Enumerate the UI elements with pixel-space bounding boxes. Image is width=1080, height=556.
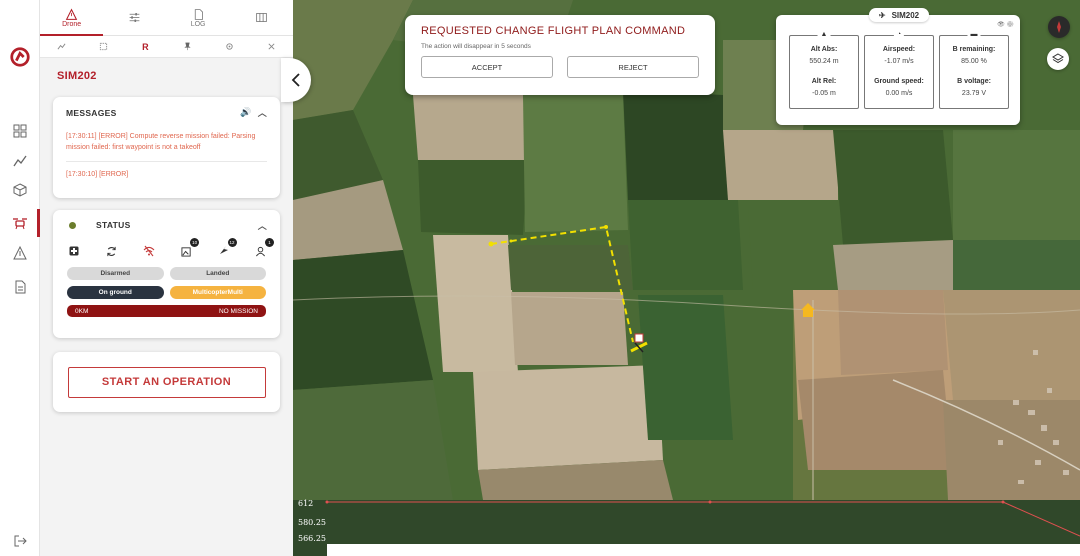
logout-icon[interactable] bbox=[11, 532, 29, 550]
armed-status-pill: Disarmed bbox=[67, 267, 164, 280]
alt-abs-label: Alt Abs: bbox=[810, 46, 838, 53]
gear-icon[interactable]: ⚙ bbox=[1006, 22, 1014, 28]
warning-triangle-icon bbox=[65, 7, 78, 20]
start-operation-button[interactable]: START AN OPERATION bbox=[67, 366, 266, 398]
status-card: STATUS ︿ 10 12 1 Disarmed Landed On grou… bbox=[53, 210, 280, 338]
chevron-left-icon bbox=[291, 73, 300, 87]
subtab-r[interactable]: R bbox=[124, 42, 166, 52]
trend-icon[interactable] bbox=[40, 42, 82, 51]
tab-map[interactable] bbox=[230, 0, 293, 35]
pin-icon[interactable] bbox=[167, 42, 209, 51]
waypoint-badge: 12 bbox=[227, 238, 237, 247]
tab-settings[interactable] bbox=[103, 0, 166, 35]
photos-icon[interactable]: 10 bbox=[179, 238, 200, 258]
eye-icon[interactable]: 👁 bbox=[997, 22, 1005, 28]
sync-icon[interactable] bbox=[104, 244, 118, 258]
waypoint-icon[interactable]: 12 bbox=[217, 238, 237, 258]
chart-icon[interactable] bbox=[11, 152, 29, 170]
telemetry-drone-name: SIM202 bbox=[891, 10, 920, 20]
user-badge: 1 bbox=[264, 238, 274, 247]
chevron-up-icon[interactable]: ︿ bbox=[258, 106, 267, 119]
telemetry-drone-tag: ✈ SIM202 bbox=[869, 8, 929, 22]
tab-drone-label: Drone bbox=[62, 20, 82, 28]
panel-tabs: Drone LOG bbox=[40, 0, 293, 36]
mission-progress-bar: 0KM NO MISSION bbox=[67, 305, 266, 317]
sliders-icon bbox=[130, 13, 140, 22]
vehicle-type-pill: MulticopterMulti bbox=[169, 286, 266, 299]
landed-status-pill: Landed bbox=[169, 267, 266, 280]
close-icon[interactable] bbox=[251, 42, 293, 51]
gauge-icon: ◔ bbox=[893, 31, 905, 38]
message-item: [17:30:10] [ERROR] bbox=[66, 171, 129, 178]
telemetry-panel: 👁 ⚙ ▲ Alt Abs: 550.24 m Alt Rel: -0.05 m… bbox=[776, 15, 1020, 125]
cube-icon[interactable] bbox=[11, 181, 29, 199]
airspeed-value: -1.07 m/s bbox=[884, 58, 914, 65]
battery-voltage-value: 23.79 V bbox=[961, 90, 987, 97]
panel-subtabs: R bbox=[40, 36, 293, 58]
ground-speed-label: Ground speed: bbox=[874, 78, 924, 85]
status-dot bbox=[69, 221, 76, 229]
photos-badge: 10 bbox=[190, 238, 200, 247]
app-logo bbox=[10, 47, 30, 67]
map-grid-icon bbox=[256, 13, 267, 22]
altitude-box: ▲ Alt Abs: 550.24 m Alt Rel: -0.05 m bbox=[789, 31, 859, 109]
dashboard-icon[interactable] bbox=[11, 122, 29, 140]
speed-box: ◔ Airspeed: -1.07 m/s Ground speed: 0.00… bbox=[864, 31, 934, 109]
user-icon[interactable]: 1 bbox=[254, 238, 274, 258]
tab-log-label: LOG bbox=[190, 20, 206, 28]
accept-button[interactable]: ACCEPT bbox=[421, 56, 553, 78]
status-title: STATUS bbox=[96, 220, 131, 230]
messages-card: MESSAGES 🔊 ︿ [17:30:11] [ERROR] Compute … bbox=[53, 97, 280, 198]
divider bbox=[66, 161, 267, 162]
reject-button[interactable]: REJECT bbox=[567, 56, 699, 78]
log-icon bbox=[194, 8, 203, 20]
first-aid-icon[interactable] bbox=[67, 244, 81, 258]
drone-icon[interactable] bbox=[11, 214, 29, 232]
compass-icon[interactable] bbox=[1048, 16, 1070, 38]
mission-status: NO MISSION bbox=[218, 307, 258, 315]
no-signal-icon[interactable] bbox=[142, 244, 156, 258]
operation-card: START AN OPERATION bbox=[53, 352, 280, 412]
alert-icon[interactable] bbox=[11, 244, 29, 262]
drone-panel: Drone LOG R SIM202 MESSAGES 🔊 ︿ [17:30:1… bbox=[40, 0, 293, 556]
mission-distance: 0KM bbox=[75, 307, 89, 315]
messages-title: MESSAGES bbox=[66, 107, 117, 118]
nav-rail bbox=[0, 0, 40, 556]
chevron-up-icon[interactable]: ︿ bbox=[258, 219, 267, 232]
altitude-terrain-base bbox=[327, 544, 1080, 556]
tab-drone[interactable]: Drone bbox=[40, 0, 104, 36]
altitude-profile: 612 580.25 566.25 bbox=[293, 496, 1080, 556]
command-title: REQUESTED CHANGE FLIGHT PLAN COMMAND bbox=[421, 25, 686, 37]
target-icon[interactable] bbox=[209, 42, 251, 51]
ground-status-pill: On ground bbox=[67, 286, 164, 299]
battery-voltage-label: B voltage: bbox=[957, 78, 991, 85]
tab-log[interactable]: LOG bbox=[167, 0, 230, 35]
command-subtitle: The action will disappear in 5 seconds bbox=[421, 43, 531, 50]
alt-abs-value: 550.24 m bbox=[809, 58, 839, 65]
message-item: [17:30:11] [ERROR] Compute reverse missi… bbox=[66, 133, 256, 151]
drone-name: SIM202 bbox=[57, 70, 97, 82]
mountain-icon: ▲ bbox=[817, 31, 831, 38]
battery-remaining-label: B remaining: bbox=[952, 46, 996, 53]
drone-icon: ✈ bbox=[878, 10, 886, 20]
alt-rel-value: -0.05 m bbox=[812, 90, 836, 97]
airspeed-label: Airspeed: bbox=[882, 46, 916, 53]
battery-icon: ▬ bbox=[967, 31, 981, 38]
battery-box: ▬ B remaining: 85.00 % B voltage: 23.79 … bbox=[939, 31, 1009, 109]
flight-plan-command-dialog: REQUESTED CHANGE FLIGHT PLAN COMMAND The… bbox=[405, 15, 715, 95]
sound-icon[interactable]: 🔊 bbox=[240, 107, 252, 118]
crop-icon[interactable] bbox=[82, 42, 124, 51]
document-icon[interactable] bbox=[11, 278, 29, 296]
battery-remaining-value: 85.00 % bbox=[961, 58, 987, 65]
ground-speed-value: 0.00 m/s bbox=[885, 90, 913, 97]
telemetry-controls[interactable]: 👁 ⚙ bbox=[997, 21, 1014, 28]
layers-icon[interactable] bbox=[1047, 48, 1069, 70]
alt-rel-label: Alt Rel: bbox=[811, 78, 837, 85]
